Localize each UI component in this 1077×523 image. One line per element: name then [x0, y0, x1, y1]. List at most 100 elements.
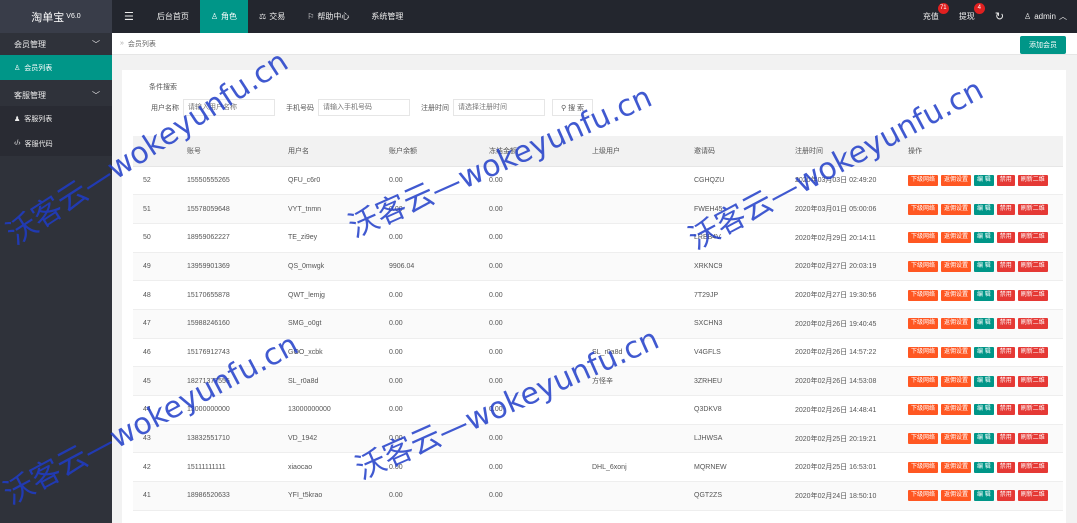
regtime-label: 注册时间	[421, 104, 449, 112]
sidebar-group-label: 客服管理	[14, 90, 46, 100]
commission-button[interactable]: 返佣设置	[941, 404, 972, 416]
edit-button[interactable]: 编 辑	[974, 318, 994, 330]
refresh-icon[interactable]: ↻	[985, 0, 1014, 33]
sub-network-button[interactable]: 下级网络	[908, 260, 939, 272]
edit-button[interactable]: 编 辑	[974, 174, 994, 186]
nav-home[interactable]: 后台首页	[146, 0, 200, 33]
commission-button[interactable]: 返佣设置	[941, 260, 972, 272]
edit-button[interactable]: 编 辑	[974, 289, 994, 301]
disable-button[interactable]: 禁用	[996, 318, 1015, 330]
refresh-qr-button[interactable]: 刷新二维	[1017, 404, 1048, 416]
commission-button[interactable]: 返佣设置	[941, 433, 972, 445]
disable-button[interactable]: 禁用	[996, 260, 1015, 272]
recharge-link[interactable]: 充值 71	[913, 0, 949, 33]
disable-button[interactable]: 禁用	[996, 461, 1015, 473]
cell-account: 13959901369	[177, 252, 278, 282]
disable-button[interactable]: 禁用	[996, 490, 1015, 502]
nav-help[interactable]: ⚐ 帮助中心	[296, 0, 360, 33]
withdraw-label: 提现	[958, 12, 975, 21]
sidebar-item-service-code[interactable]: ‹/› 客服代码	[0, 131, 112, 156]
commission-button[interactable]: 返佣设置	[941, 174, 972, 186]
sub-network-button[interactable]: 下级网络	[908, 232, 939, 244]
edit-button[interactable]: 编 辑	[974, 260, 994, 272]
disable-button[interactable]: 禁用	[996, 346, 1015, 358]
refresh-qr-button[interactable]: 刷新二维	[1017, 203, 1048, 215]
sub-network-button[interactable]: 下级网络	[908, 203, 939, 215]
refresh-qr-button[interactable]: 刷新二维	[1017, 490, 1048, 502]
code-icon: ‹/›	[14, 140, 21, 147]
nav-home-label: 后台首页	[156, 12, 189, 21]
username-input[interactable]	[183, 99, 275, 116]
sub-network-button[interactable]: 下级网络	[908, 174, 939, 186]
withdraw-link[interactable]: 提现 4	[949, 0, 985, 33]
cell-id: 41	[133, 481, 177, 511]
sub-network-button[interactable]: 下级网络	[908, 318, 939, 330]
disable-button[interactable]: 禁用	[996, 203, 1015, 215]
sub-network-button[interactable]: 下级网络	[908, 346, 939, 358]
user-menu[interactable]: ♙ admin ︿	[1014, 0, 1077, 33]
commission-button[interactable]: 返佣设置	[941, 232, 972, 244]
member-panel: 条件搜索 用户名称 手机号码 注册时间 ⚲搜 索 账号 用户名 账户余额 冻结金…	[122, 70, 1066, 523]
disable-button[interactable]: 禁用	[996, 232, 1015, 244]
edit-button[interactable]: 编 辑	[974, 461, 994, 473]
cell-invite: LJHWSA	[684, 424, 785, 454]
recharge-label: 充值	[922, 12, 939, 21]
commission-button[interactable]: 返佣设置	[941, 375, 972, 387]
app-logo[interactable]: 淘单宝 V6.0	[0, 0, 112, 33]
refresh-qr-button[interactable]: 刷新二维	[1017, 318, 1048, 330]
sidebar-item-member-list[interactable]: ♙ 会员列表	[0, 55, 112, 80]
disable-button[interactable]: 禁用	[996, 174, 1015, 186]
refresh-qr-button[interactable]: 刷新二维	[1017, 289, 1048, 301]
sub-network-button[interactable]: 下级网络	[908, 289, 939, 301]
sub-network-button[interactable]: 下级网络	[908, 404, 939, 416]
regtime-input[interactable]	[453, 99, 545, 116]
sidebar-group-service[interactable]: 客服管理 ﹀	[0, 84, 112, 106]
refresh-qr-button[interactable]: 刷新二维	[1017, 375, 1048, 387]
commission-button[interactable]: 返佣设置	[941, 289, 972, 301]
edit-button[interactable]: 编 辑	[974, 490, 994, 502]
cell-account: 18959062227	[177, 223, 278, 253]
nav-role[interactable]: ♙ 角色	[199, 0, 249, 33]
cell-frozen: 0.00	[479, 481, 582, 511]
refresh-qr-button[interactable]: 刷新二维	[1017, 232, 1048, 244]
nav-system[interactable]: 系统管理	[360, 0, 414, 33]
nav-trade-label: 交易	[269, 12, 286, 21]
disable-button[interactable]: 禁用	[996, 433, 1015, 445]
sub-network-button[interactable]: 下级网络	[908, 375, 939, 387]
disable-button[interactable]: 禁用	[996, 289, 1015, 301]
refresh-qr-button[interactable]: 刷新二维	[1017, 260, 1048, 272]
sidebar-item-service-list[interactable]: ♟ 客服列表	[0, 106, 112, 131]
edit-button[interactable]: 编 辑	[974, 404, 994, 416]
refresh-qr-button[interactable]: 刷新二维	[1017, 461, 1048, 473]
username-label: 用户名称	[151, 104, 179, 112]
phone-input[interactable]	[318, 99, 410, 116]
refresh-qr-button[interactable]: 刷新二维	[1017, 174, 1048, 186]
edit-button[interactable]: 编 辑	[974, 346, 994, 358]
sub-network-button[interactable]: 下级网络	[908, 490, 939, 502]
search-form: 用户名称 手机号码 注册时间 ⚲搜 索	[147, 99, 593, 116]
disable-button[interactable]: 禁用	[996, 404, 1015, 416]
commission-button[interactable]: 返佣设置	[941, 490, 972, 502]
sidebar-group-members[interactable]: 会员管理 ﹀	[0, 33, 112, 55]
sub-network-button[interactable]: 下级网络	[908, 461, 939, 473]
table-row: 50 18959062227 TE_zi9ey 0.00 0.00 LRBB4V 2020年…	[133, 223, 1063, 253]
commission-button[interactable]: 返佣设置	[941, 203, 972, 215]
add-member-button[interactable]: 添加会员	[1020, 36, 1066, 54]
refresh-qr-button[interactable]: 刷新二维	[1017, 346, 1048, 358]
sub-network-button[interactable]: 下级网络	[908, 433, 939, 445]
nav-trade[interactable]: ⚖ 交易	[248, 0, 296, 33]
edit-button[interactable]: 编 辑	[974, 232, 994, 244]
commission-button[interactable]: 返佣设置	[941, 461, 972, 473]
phone-field: 手机号码	[282, 99, 410, 116]
edit-button[interactable]: 编 辑	[974, 375, 994, 387]
cell-id: 43	[133, 424, 177, 454]
refresh-qr-button[interactable]: 刷新二维	[1017, 433, 1048, 445]
row-actions: 下级网络 返佣设置编 辑禁用 刷新二维	[908, 174, 1063, 186]
search-button[interactable]: ⚲ 搜 索	[552, 99, 593, 116]
edit-button[interactable]: 编 辑	[974, 433, 994, 445]
edit-button[interactable]: 编 辑	[974, 203, 994, 215]
commission-button[interactable]: 返佣设置	[941, 346, 972, 358]
menu-toggle-icon[interactable]: ☰	[112, 0, 146, 33]
disable-button[interactable]: 禁用	[996, 375, 1015, 387]
commission-button[interactable]: 返佣设置	[941, 318, 972, 330]
